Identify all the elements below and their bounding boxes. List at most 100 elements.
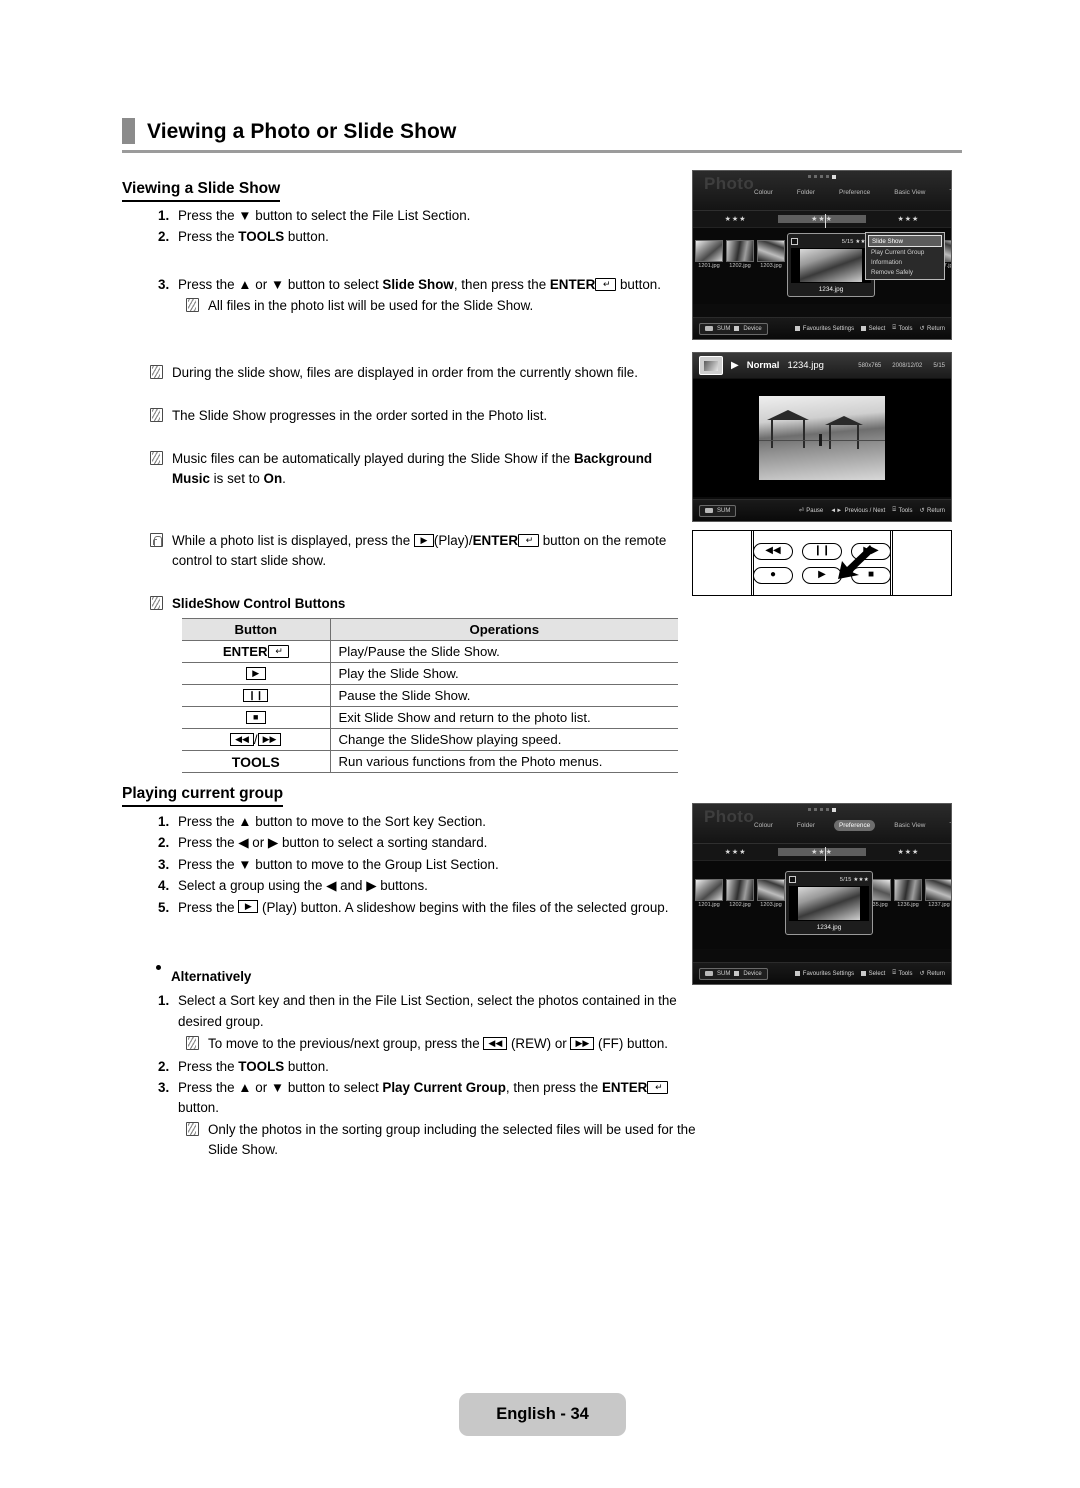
thumbnail-image: [894, 879, 922, 901]
table-row: TOOLS Run various functions from the Pho…: [182, 750, 678, 773]
list-item[interactable]: 1236.jpg: [894, 879, 922, 908]
list-item[interactable]: 1201.jpg: [695, 240, 723, 269]
hint-return[interactable]: ↺ Return: [919, 507, 945, 515]
cell-button: ENTER ↵: [182, 640, 331, 663]
tv1-source-pill[interactable]: SUM Device: [699, 322, 768, 335]
tv3-tab-colour[interactable]: Colour: [749, 820, 778, 831]
tv1-selected-file-card[interactable]: 5/15 ★★★ 1234.jpg: [787, 233, 875, 297]
tools-icon: ⌸: [892, 970, 896, 976]
list-item[interactable]: 1202.jpg: [726, 240, 754, 269]
hint-favourites-settings[interactable]: Favourites Settings: [795, 326, 854, 332]
tv2-mode-label: Normal: [746, 360, 780, 371]
list-item[interactable]: 1202.jpg: [726, 879, 754, 908]
hint-tools[interactable]: ⌸ Tools: [892, 325, 912, 332]
hint-return[interactable]: ↺ Return: [919, 325, 945, 333]
play-key-icon: ▶: [238, 900, 259, 914]
alternatively-block: Alternatively 1. Select a Sort key and t…: [150, 965, 710, 1160]
section-heading-playing-current-group: Playing current group: [122, 785, 284, 807]
tv1-group-2-stars[interactable]: ★★★: [778, 214, 866, 231]
tv1-file-list: 1201.jpg 1202.jpg 1203.jpg 1235.jpg 1236…: [693, 228, 951, 304]
remote-control-diagram: ◀◀ ❙❙ ▶▶ ● ▶ ■: [692, 530, 952, 596]
table-row: ENTER ↵ Play/Pause the Slide Show.: [182, 640, 678, 663]
column-header-button: Button: [182, 618, 331, 641]
tv-screenshot-photo-viewer: ▶ Normal 1234.jpg 580x765 2008/12/02 5/1…: [692, 352, 952, 522]
square-icon: [861, 326, 867, 331]
tv3-selected-file-card[interactable]: 5/15 ★★★ 1234.jpg: [785, 871, 873, 935]
list-item[interactable]: 1203.jpg: [757, 879, 785, 908]
step-number: 3.: [158, 1079, 170, 1095]
hint-tools[interactable]: ⌸ Tools: [892, 507, 912, 514]
tv3-group-2-stars[interactable]: ★★★: [778, 847, 866, 864]
tv2-source-pill[interactable]: SUM: [699, 504, 737, 517]
menu-item-remove-safely[interactable]: Remove Safely: [868, 267, 942, 277]
title-accent-mark: [122, 118, 135, 144]
note-slideshow-control-buttons: SlideShow Control Buttons: [150, 594, 695, 614]
tv1-group-3-stars[interactable]: ★★★: [866, 215, 951, 223]
table-row: ◀◀ / ▶▶ Change the SlideShow playing speed…: [182, 728, 678, 751]
hint-favourites-settings[interactable]: Favourites Settings: [795, 971, 854, 977]
menu-item-information[interactable]: Information: [868, 257, 942, 267]
step-text: Press the ▼ button to select the File Li…: [178, 208, 471, 223]
tv1-tab-preference[interactable]: Preference: [834, 187, 875, 198]
note-pencil-icon: [186, 1036, 199, 1051]
note: All files in the photo list will be used…: [186, 296, 695, 316]
page-header: Viewing a Photo or Slide Show: [122, 118, 962, 153]
list-item[interactable]: 1201.jpg: [695, 879, 723, 908]
list-item[interactable]: 1237.jpg: [925, 879, 951, 908]
hint-return[interactable]: ↺ Return: [919, 970, 945, 978]
tv3-tab-basic-view[interactable]: Basic View: [889, 820, 930, 831]
tv3-group-3-stars[interactable]: ★★★: [866, 848, 951, 856]
tv1-group-1-stars[interactable]: ★★★: [693, 215, 778, 223]
slideshow-control-buttons-table: Button Operations ENTER ↵ Play/Pause the …: [182, 618, 678, 773]
list-item: 3. Press the ▲ or ▼ button to select Sli…: [150, 275, 695, 295]
step-number: 3.: [158, 856, 170, 872]
return-icon: ↺: [919, 326, 925, 332]
hint-select[interactable]: Select: [861, 326, 885, 332]
table-row: ■ Exit Slide Show and return to the phot…: [182, 706, 678, 729]
note: To move to the previous/next group, pres…: [186, 1034, 710, 1054]
hint-tools[interactable]: ⌸ Tools: [892, 970, 912, 977]
menu-item-play-current-group[interactable]: Play Current Group: [868, 247, 942, 257]
remote-rewind-button[interactable]: ◀◀: [753, 542, 793, 560]
tv2-photo: [759, 396, 885, 480]
tv1-tab-colour[interactable]: Colour: [749, 187, 778, 198]
checkbox-icon[interactable]: [789, 876, 796, 883]
tv3-source-pill[interactable]: SUM Device: [699, 967, 768, 980]
thumbnail-caption: 1236.jpg: [897, 902, 919, 908]
tv1-tab-folder[interactable]: Folder: [792, 187, 820, 198]
step-text: Press the ▶ (Play) button. A slideshow b…: [178, 899, 669, 915]
tv3-device-label: Device: [743, 970, 762, 977]
note-pencil-icon: [150, 451, 163, 465]
tv3-hints: Favourites Settings Select ⌸ Tools ↺ Retur…: [795, 970, 945, 977]
hint-pause[interactable]: ⏎ Pause: [799, 507, 824, 515]
tv3-selected-preview: [789, 886, 869, 921]
list-item: 3. Press the ▲ or ▼ button to select Pla…: [150, 1078, 710, 1119]
tv2-resolution: 580x765: [858, 362, 882, 369]
tv2-counter: 5/15: [933, 362, 945, 369]
tv3-tab-folder[interactable]: Folder: [792, 820, 820, 831]
rewind-key-icon: ◀◀: [230, 733, 254, 746]
tv3-tab-timeline[interactable]: Timeline: [944, 820, 951, 831]
remote-record-button[interactable]: ●: [753, 566, 793, 584]
tv3-group-1-stars[interactable]: ★★★: [693, 848, 778, 856]
step-text: Press the ▼ button to move to the Group …: [178, 856, 499, 872]
list-item: 3. Press the ▼ button to move to the Gro…: [150, 855, 695, 875]
tv3-thumbs-right: 1235.jpg 1236.jpg 1237.jpg: [863, 879, 951, 908]
list-item[interactable]: 1203.jpg: [757, 240, 785, 269]
hint-previous-next[interactable]: ◄► Previous / Next: [830, 508, 885, 514]
cell-operation: Exit Slide Show and return to the photo …: [330, 706, 678, 729]
square-icon: [734, 326, 740, 331]
play-key-icon: ▶: [413, 533, 434, 547]
menu-item-slide-show[interactable]: Slide Show: [868, 235, 942, 247]
step-number: 4.: [158, 878, 170, 894]
tv1-tab-basic-view[interactable]: Basic View: [889, 187, 930, 198]
tv1-tab-timeline[interactable]: Timeline: [944, 187, 951, 198]
cell-operation: Play the Slide Show.: [330, 662, 678, 685]
list-item: 2. Press the TOOLS button.: [150, 1057, 710, 1077]
hint-select[interactable]: Select: [861, 971, 885, 977]
tv3-tab-preference[interactable]: Preference: [833, 820, 876, 831]
tv-screenshot-photo-list-with-tools-menu: Photo Colour Folder Preference Basic Vie…: [692, 170, 952, 340]
enter-key-icon: ↵: [518, 533, 539, 547]
note: While a photo list is displayed, press t…: [150, 531, 695, 572]
checkbox-icon[interactable]: [791, 238, 798, 245]
